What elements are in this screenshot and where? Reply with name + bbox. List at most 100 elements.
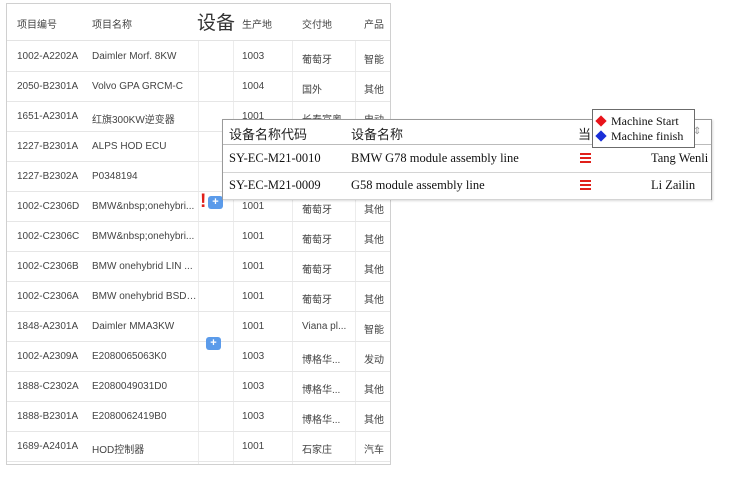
legend-start-label: Machine Start bbox=[611, 114, 679, 128]
equipment-code: SY-EC-M21-0009 bbox=[229, 178, 321, 192]
equipment-name: BMW G78 module assembly line bbox=[351, 151, 519, 165]
header-product[interactable]: 产品 bbox=[364, 16, 384, 31]
project-name-cell: E2080049031D0 bbox=[92, 381, 168, 392]
header-project-name[interactable]: 项目名称 bbox=[92, 16, 132, 31]
project-name-cell: E2080062419B0 bbox=[92, 411, 167, 422]
project-code-cell: 1002-C2306C bbox=[17, 231, 80, 242]
product-cell: 汽车 bbox=[364, 445, 384, 456]
popup-header-current[interactable]: 当 bbox=[578, 124, 591, 143]
production-site-cell: 1003 bbox=[242, 381, 265, 392]
machine-legend: Machine Start Machine finish bbox=[592, 109, 695, 148]
product-cell: 其他 bbox=[364, 295, 384, 306]
production-site-cell: 1003 bbox=[242, 351, 265, 362]
project-code-cell: 2050-B2301A bbox=[17, 81, 79, 92]
production-site-cell: 1003 bbox=[242, 51, 265, 62]
production-site-cell: 1001 bbox=[242, 321, 265, 332]
project-code-cell: 1689-A2401A bbox=[17, 441, 79, 452]
project-code-cell: 1002-A2202A bbox=[17, 51, 79, 62]
product-cell: 其他 bbox=[364, 415, 384, 426]
project-name-cell: BMW onehybrid LIN ... bbox=[92, 261, 193, 272]
responsible-person: Li Zailin bbox=[651, 178, 696, 192]
header-project-code[interactable]: 项目编号 bbox=[17, 16, 87, 31]
table-row[interactable]: 2050-B2301A Volvo GPA GRCM-C 1004 国外 其他 bbox=[7, 71, 390, 102]
table-row[interactable]: 1002-C2306B BMW onehybrid LIN ... 1001 葡萄牙 其… bbox=[7, 251, 390, 282]
product-cell: 智能 bbox=[364, 55, 384, 66]
product-cell: 其他 bbox=[364, 205, 384, 216]
equipment-code: SY-EC-M21-0010 bbox=[229, 151, 321, 165]
project-table: 项目编号 项目名称 设备 生产地 交付地 产品 1002-A2202A Daiml… bbox=[6, 3, 391, 465]
table-row[interactable]: 1002-A2202A Daimler Morf. 8KW 1003 葡萄牙 智能 bbox=[7, 41, 390, 72]
production-site-cell: 1004 bbox=[242, 81, 265, 92]
delivery-site-cell: 葡萄牙 bbox=[302, 205, 332, 216]
delivery-site-cell: 葡萄牙 bbox=[302, 235, 332, 246]
table-row[interactable]: 1689-A2401A HOD控制器 1001 石家庄 汽车 bbox=[7, 431, 390, 462]
project-name-cell: BMW&nbsp;onehybri... bbox=[92, 231, 195, 242]
product-cell: 其他 bbox=[364, 85, 384, 96]
table-row[interactable]: 1888-C2302A E2080049031D0 1003 博格华... 其他 bbox=[7, 371, 390, 402]
table-header: 项目编号 项目名称 设备 生产地 交付地 产品 bbox=[7, 4, 390, 41]
project-code-cell: 1002-C2306B bbox=[17, 261, 79, 272]
project-code-cell: 1227-B2301A bbox=[17, 141, 79, 152]
project-name-cell: P0348194 bbox=[92, 171, 138, 182]
responsible-person: Tang Wenli bbox=[651, 151, 709, 165]
project-name-cell: 红旗300KW逆变器 bbox=[92, 115, 175, 126]
project-name-cell: ALPS HOD ECU bbox=[92, 141, 167, 152]
project-name-cell: Daimler Morf. 8KW bbox=[92, 51, 177, 62]
production-site-cell: 1001 bbox=[242, 291, 265, 302]
project-name-cell: E2080065063K0 bbox=[92, 351, 167, 362]
project-code-cell: 1002-A2309A bbox=[17, 351, 79, 362]
header-equipment[interactable]: 设备 bbox=[197, 8, 235, 35]
delivery-site-cell: 葡萄牙 bbox=[302, 295, 332, 306]
product-cell: 其他 bbox=[364, 385, 384, 396]
production-site-cell: 1001 bbox=[242, 441, 265, 452]
project-code-cell: 1651-A2301A bbox=[17, 111, 79, 122]
project-name-cell: BMW onehybrid BSD ... bbox=[92, 291, 197, 302]
delivery-site-cell: 博格华... bbox=[302, 385, 341, 396]
product-cell: 发动 bbox=[364, 355, 384, 366]
project-code-cell: 1002-C2306A bbox=[17, 291, 79, 302]
popup-row[interactable]: SY-EC-M21-0009 G58 module assembly line … bbox=[223, 172, 711, 200]
popup-row[interactable]: SY-EC-M21-0010 BMW G78 module assembly l… bbox=[223, 145, 711, 173]
header-production-site[interactable]: 生产地 bbox=[242, 16, 272, 31]
production-site-cell: 1001 bbox=[242, 231, 265, 242]
table-row[interactable]: 1888-B2301A E2080062419B0 1003 博格华... 其他 bbox=[7, 401, 390, 432]
table-row[interactable]: 1002-C2306A BMW onehybrid BSD ... 1001 葡萄牙 其… bbox=[7, 281, 390, 312]
production-site-cell: 1001 bbox=[242, 201, 265, 212]
product-cell: 智能 bbox=[364, 325, 384, 336]
project-name-cell: Daimler MMA3KW bbox=[92, 321, 175, 332]
legend-finish-label: Machine finish bbox=[611, 129, 684, 143]
project-code-cell: 1848-A2301A bbox=[17, 321, 79, 332]
legend-item-finish: Machine finish bbox=[595, 129, 684, 144]
project-name-cell: BMW&nbsp;onehybri... bbox=[92, 201, 195, 212]
warning-icon: ! bbox=[200, 191, 207, 212]
popup-header-name[interactable]: 设备名称 bbox=[351, 124, 403, 143]
add-icon[interactable]: + bbox=[206, 337, 221, 350]
project-name-cell: Volvo GPA GRCM-C bbox=[92, 81, 183, 92]
list-icon[interactable] bbox=[580, 153, 591, 163]
table-row[interactable]: 1982-B2301A马勒控制器OEM项目1002上海智能 bbox=[7, 461, 390, 464]
product-cell: 其他 bbox=[364, 235, 384, 246]
production-site-cell: 1001 bbox=[242, 261, 265, 272]
project-code-cell: 1888-C2302A bbox=[17, 381, 79, 392]
project-code-cell: 1888-B2301A bbox=[17, 411, 79, 422]
legend-item-start: Machine Start bbox=[595, 114, 679, 129]
product-cell: 其他 bbox=[364, 265, 384, 276]
delivery-site-cell: 国外 bbox=[302, 85, 322, 96]
list-icon[interactable] bbox=[580, 180, 591, 190]
delivery-site-cell: 博格华... bbox=[302, 355, 341, 366]
delivery-site-cell: 葡萄牙 bbox=[302, 265, 332, 276]
table-row[interactable]: 1002-C2306C BMW&nbsp;onehybri... 1001 葡萄牙 其他 bbox=[7, 221, 390, 252]
blue-diamond-icon bbox=[595, 130, 607, 142]
table-row[interactable]: 1002-A2309A E2080065063K0 1003 博格华... 发动 bbox=[7, 341, 390, 372]
equipment-name: G58 module assembly line bbox=[351, 178, 485, 192]
project-name-cell: HOD控制器 bbox=[92, 445, 145, 456]
delivery-site-cell: 博格华... bbox=[302, 415, 341, 426]
production-site-cell: 1003 bbox=[242, 411, 265, 422]
red-diamond-icon bbox=[595, 115, 607, 127]
header-delivery-site[interactable]: 交付地 bbox=[302, 16, 332, 31]
table-row[interactable]: 1848-A2301A Daimler MMA3KW 1001 Viana pl...… bbox=[7, 311, 390, 342]
popup-header-code[interactable]: 设备名称代码 bbox=[229, 124, 307, 143]
add-icon[interactable]: + bbox=[208, 196, 223, 209]
delivery-site-cell: 葡萄牙 bbox=[302, 55, 332, 66]
project-code-cell: 1002-C2306D bbox=[17, 201, 80, 212]
